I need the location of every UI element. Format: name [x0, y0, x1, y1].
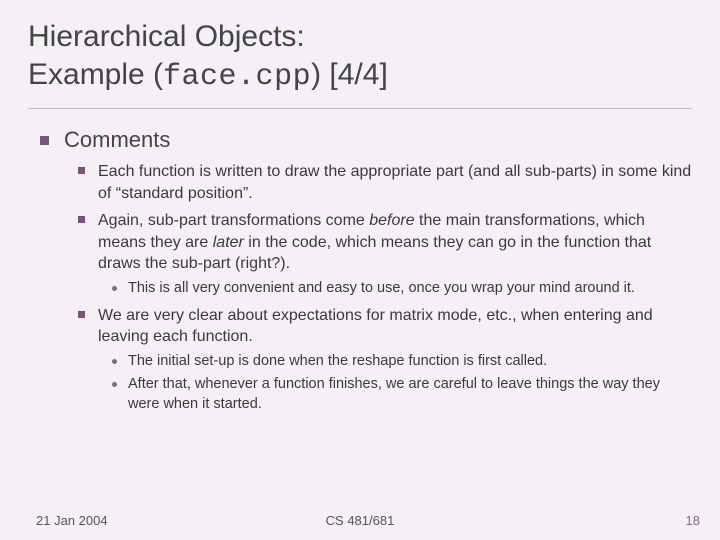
- point-3: We are very clear about expectations for…: [98, 305, 692, 415]
- content-list: Comments Each function is written to dra…: [28, 127, 692, 414]
- footer: 21 Jan 2004 CS 481/681 18: [0, 513, 720, 528]
- point-1: Each function is written to draw the app…: [98, 161, 692, 204]
- title-code: face.cpp: [163, 60, 311, 94]
- point-2-sub-1: This is all very convenient and easy to …: [128, 279, 692, 299]
- point-2-subs: This is all very convenient and easy to …: [98, 279, 692, 299]
- footer-course: CS 481/681: [0, 513, 720, 528]
- point-3-text: We are very clear about expectations for…: [98, 307, 653, 346]
- title-line2-post: ) [4/4]: [311, 58, 388, 91]
- slide-title: Hierarchical Objects: Example (face.cpp)…: [28, 18, 692, 96]
- point-1-text: Each function is written to draw the app…: [98, 163, 691, 202]
- point-3-subs: The initial set-up is done when the resh…: [98, 352, 692, 415]
- point-3-sub-2: After that, whenever a function finishes…: [128, 375, 692, 414]
- point-3-sub-1: The initial set-up is done when the resh…: [128, 352, 692, 372]
- point-2: Again, sub-part transformations come bef…: [98, 210, 692, 298]
- title-line1: Hierarchical Objects:: [28, 20, 305, 53]
- title-line2-pre: Example (: [28, 58, 163, 91]
- title-rule: [28, 108, 692, 109]
- slide: Hierarchical Objects: Example (face.cpp)…: [0, 0, 720, 540]
- heading-item: Comments Each function is written to dra…: [64, 127, 692, 414]
- point-2-text: Again, sub-part transformations come bef…: [98, 212, 651, 272]
- points-list: Each function is written to draw the app…: [64, 161, 692, 414]
- heading-text: Comments: [64, 127, 170, 152]
